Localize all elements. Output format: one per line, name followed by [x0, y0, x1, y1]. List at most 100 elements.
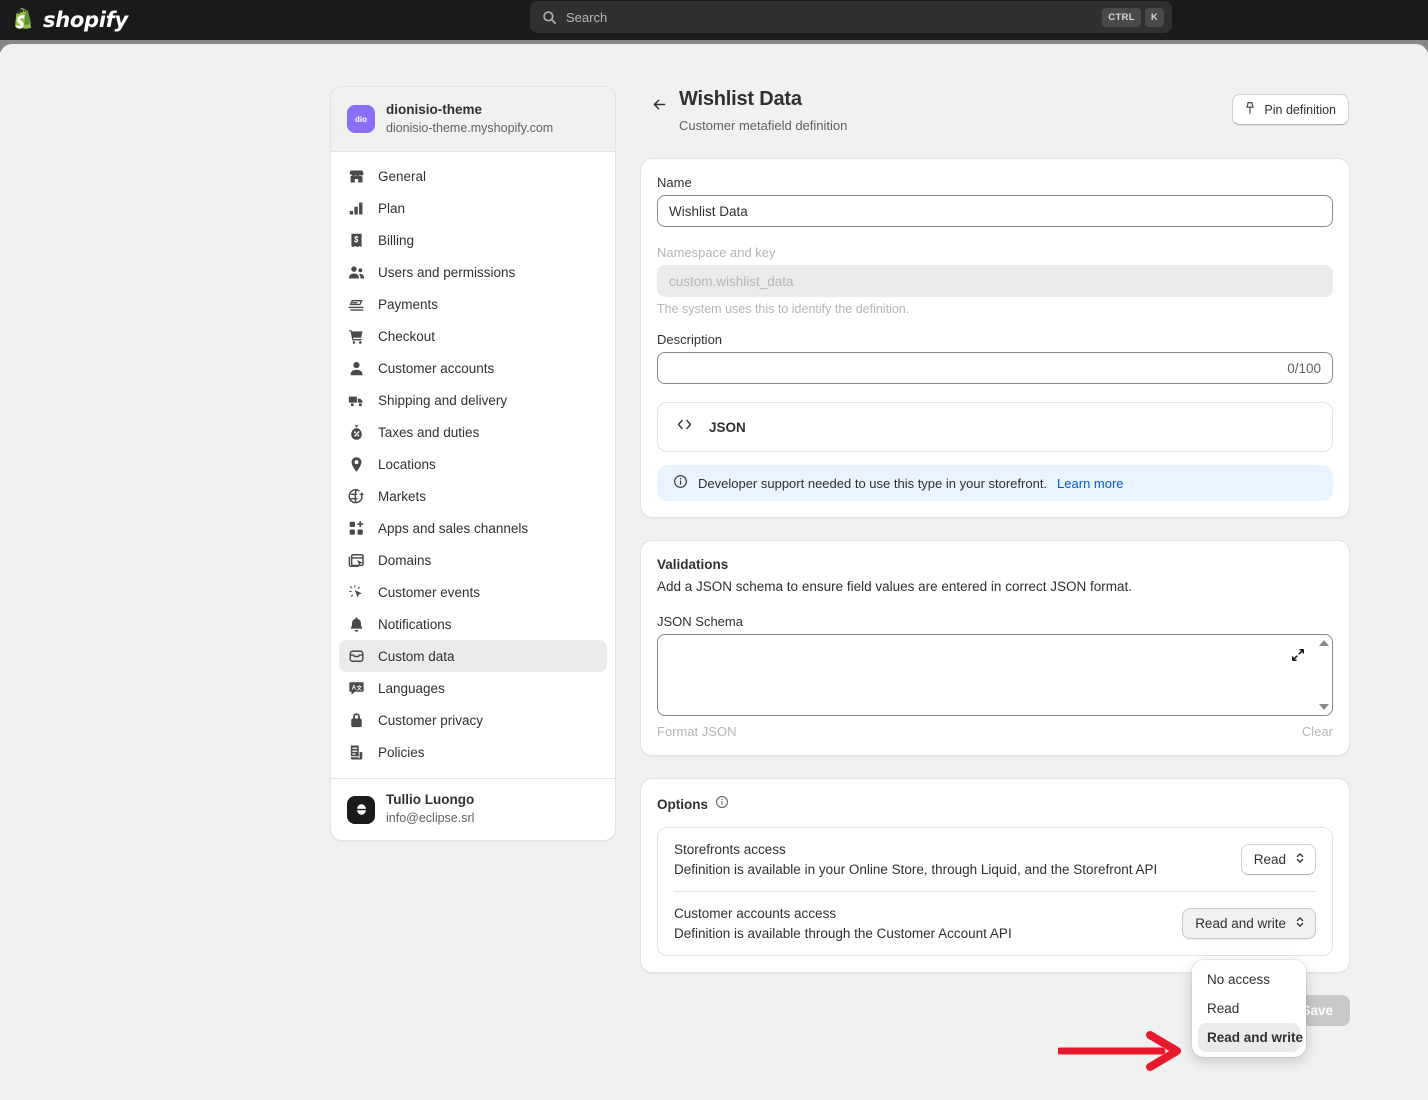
sidebar-item-customer-privacy[interactable]: Customer privacy	[339, 704, 607, 736]
namespace-help-text: The system uses this to identify the def…	[657, 302, 1333, 316]
pin-definition-button[interactable]: Pin definition	[1232, 94, 1349, 125]
metafields-box-icon	[347, 647, 365, 665]
sidebar-item-locations[interactable]: Locations	[339, 448, 607, 480]
info-circle-icon[interactable]	[715, 795, 729, 814]
customer-accounts-access-row: Customer accounts access Definition is a…	[674, 891, 1316, 955]
sidebar-item-languages[interactable]: A文 Languages	[339, 672, 607, 704]
sidebar-item-label: Taxes and duties	[378, 425, 479, 440]
settings-sidebar: dio dionisio-theme dionisio-theme.myshop…	[330, 86, 616, 841]
scroll-down-icon[interactable]	[1319, 704, 1329, 710]
sidebar-item-label: Billing	[378, 233, 414, 248]
name-label: Name	[657, 175, 1333, 190]
search-placeholder: Search	[566, 10, 1098, 25]
sidebar-item-label: Customer accounts	[378, 361, 494, 376]
validations-title: Validations	[657, 557, 1333, 572]
store-domain: dionisio-theme.myshopify.com	[386, 120, 553, 138]
learn-more-link[interactable]: Learn more	[1057, 476, 1123, 491]
top-navigation-bar: shopify Search CTRL K	[0, 0, 1428, 40]
sidebar-item-taxes-and-duties[interactable]: Taxes and duties	[339, 416, 607, 448]
dropdown-option-read[interactable]: Read	[1198, 994, 1300, 1023]
domain-window-icon	[347, 551, 365, 569]
delivery-truck-icon	[347, 391, 365, 409]
expand-icon[interactable]	[1290, 647, 1306, 663]
receipt-dollar-icon	[347, 231, 365, 249]
code-brackets-icon	[676, 416, 693, 438]
sidebar-item-label: Payments	[378, 297, 438, 312]
chevron-up-down-icon	[1294, 851, 1306, 868]
sidebar-item-label: Customer privacy	[378, 713, 483, 728]
sidebar-item-domains[interactable]: Domains	[339, 544, 607, 576]
sidebar-item-plan[interactable]: Plan	[339, 192, 607, 224]
format-json-button[interactable]: Format JSON	[657, 724, 736, 739]
name-input[interactable]: Wishlist Data	[657, 195, 1333, 227]
banner-text: Developer support needed to use this typ…	[698, 476, 1047, 491]
sidebar-item-billing[interactable]: Billing	[339, 224, 607, 256]
sidebar-item-label: Apps and sales channels	[378, 521, 528, 536]
user-name: Tullio Luongo	[386, 791, 474, 810]
dropdown-option-read-and-write[interactable]: Read and write	[1198, 1023, 1300, 1052]
store-name: dionisio-theme	[386, 101, 553, 120]
page-subtitle: Customer metafield definition	[679, 118, 847, 133]
sidebar-item-apps-and-sales-channels[interactable]: Apps and sales channels	[339, 512, 607, 544]
clear-button[interactable]: Clear	[1302, 724, 1333, 739]
shopping-cart-icon	[347, 327, 365, 345]
sidebar-item-label: General	[378, 169, 426, 184]
store-icon	[347, 167, 365, 185]
sidebar-item-general[interactable]: General	[339, 160, 607, 192]
cursor-click-icon	[347, 583, 365, 601]
sidebar-item-shipping-and-delivery[interactable]: Shipping and delivery	[339, 384, 607, 416]
validations-description: Add a JSON schema to ensure field values…	[657, 579, 1333, 594]
storefronts-access-row: Storefronts access Definition is availab…	[674, 828, 1316, 891]
pin-icon	[1243, 101, 1257, 118]
customer-accounts-access-select[interactable]: Read and write	[1182, 908, 1316, 939]
options-card: Options Storefronts access Definition is…	[640, 778, 1350, 973]
global-search-bar[interactable]: Search CTRL K	[530, 1, 1172, 33]
sidebar-item-label: Domains	[378, 553, 431, 568]
json-schema-textarea[interactable]	[657, 634, 1333, 716]
sidebar-item-label: Languages	[378, 681, 445, 696]
metafield-type-selector[interactable]: JSON	[657, 402, 1333, 452]
sidebar-item-label: Locations	[378, 457, 436, 472]
sidebar-item-notifications[interactable]: Notifications	[339, 608, 607, 640]
sidebar-item-customer-accounts[interactable]: Customer accounts	[339, 352, 607, 384]
person-icon	[347, 359, 365, 377]
customer-accounts-access-description: Definition is available through the Cust…	[674, 926, 1012, 941]
metafield-type-label: JSON	[709, 420, 746, 435]
sidebar-item-label: Plan	[378, 201, 405, 216]
textarea-scrollbar[interactable]	[1317, 637, 1330, 713]
user-account-footer[interactable]: Tullio Luongo info@eclipse.srl	[331, 778, 615, 839]
sidebar-item-payments[interactable]: Payments	[339, 288, 607, 320]
definition-card: Name Wishlist Data Namespace and key cus…	[640, 158, 1350, 518]
json-schema-label: JSON Schema	[657, 614, 1333, 629]
sidebar-item-label: Custom data	[378, 649, 455, 664]
info-circle-icon	[673, 474, 688, 492]
sidebar-item-label: Users and permissions	[378, 265, 515, 280]
description-label: Description	[657, 332, 1333, 347]
options-title: Options	[657, 797, 708, 812]
access-dropdown-menu: No access Read Read and write	[1192, 960, 1306, 1057]
sidebar-item-custom-data[interactable]: Custom data	[339, 640, 607, 672]
dropdown-option-no-access[interactable]: No access	[1198, 965, 1300, 994]
tax-money-bag-icon	[347, 423, 365, 441]
developer-support-banner: Developer support needed to use this typ…	[657, 465, 1333, 501]
globe-dollar-icon	[347, 487, 365, 505]
back-button[interactable]	[645, 90, 673, 118]
sidebar-item-markets[interactable]: Markets	[339, 480, 607, 512]
sidebar-item-customer-events[interactable]: Customer events	[339, 576, 607, 608]
shopify-logo[interactable]: shopify	[14, 4, 128, 36]
scroll-up-icon[interactable]	[1319, 640, 1329, 646]
users-icon	[347, 263, 365, 281]
chevron-up-down-icon	[1294, 915, 1306, 932]
validations-card: Validations Add a JSON schema to ensure …	[640, 540, 1350, 756]
user-email: info@eclipse.srl	[386, 810, 474, 828]
sidebar-item-checkout[interactable]: Checkout	[339, 320, 607, 352]
description-input[interactable]: 0/100	[657, 352, 1333, 384]
storefronts-access-select[interactable]: Read	[1241, 844, 1316, 875]
pin-definition-label: Pin definition	[1264, 103, 1336, 117]
main-content: Wishlist Data Customer metafield definit…	[640, 86, 1350, 1041]
shopify-wordmark: shopify	[43, 8, 128, 32]
sidebar-item-label: Customer events	[378, 585, 480, 600]
store-switcher[interactable]: dio dionisio-theme dionisio-theme.myshop…	[331, 87, 615, 152]
sidebar-item-users-and-permissions[interactable]: Users and permissions	[339, 256, 607, 288]
sidebar-item-policies[interactable]: Policies	[339, 736, 607, 768]
